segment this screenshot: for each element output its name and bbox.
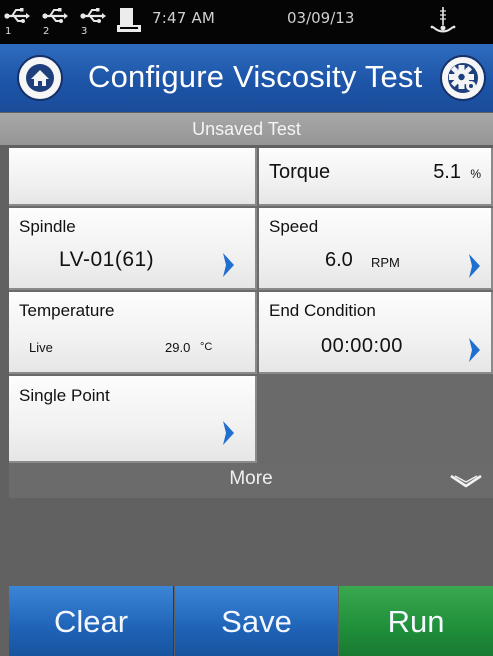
usb-port-number: 3 (81, 26, 88, 37)
chevron-right-icon[interactable] (221, 251, 237, 279)
run-button[interactable]: Run (339, 586, 493, 656)
more-label: More (229, 468, 273, 489)
home-icon (26, 64, 54, 92)
usb-icon (4, 8, 30, 23)
temperature-label: Temperature (19, 301, 115, 320)
action-bar: Clear Save Run (0, 586, 493, 656)
end-condition-label: End Condition (269, 301, 376, 320)
chevron-right-icon[interactable] (221, 419, 237, 447)
speed-cell[interactable]: Speed 6.0 RPM (259, 208, 493, 290)
usb-icon (42, 8, 68, 23)
title-bar: Configure Viscosity Test (0, 44, 493, 112)
usb-port-2: 2 (42, 6, 68, 37)
status-date: 03/09/13 (287, 9, 355, 27)
printer-icon (117, 8, 141, 32)
home-button[interactable] (17, 55, 63, 101)
single-point-cell[interactable]: Single Point (9, 376, 257, 463)
status-time: 7:47 AM (152, 9, 216, 27)
chevron-right-icon[interactable] (467, 252, 483, 280)
spindle-cell[interactable]: Spindle LV-01(61) (9, 208, 257, 290)
torque-label: Torque (269, 161, 331, 183)
viscometer-screen: 1 2 3 7:47 AM 03/09/13 Configure Viscosi… (0, 0, 493, 656)
speed-value: 6.0 (325, 249, 353, 271)
level-icon[interactable] (425, 3, 461, 39)
single-point-label: Single Point (19, 386, 110, 405)
usb-icon (80, 8, 106, 23)
temperature-mode: Live (29, 340, 53, 355)
usb-port-number: 2 (43, 26, 50, 37)
chevron-down-icon[interactable] (449, 473, 483, 489)
usb-port-3: 3 (80, 6, 106, 37)
usb-port-number: 1 (5, 26, 12, 37)
status-bar: 1 2 3 7:47 AM 03/09/13 (0, 0, 493, 44)
more-bar[interactable]: More (9, 464, 493, 498)
gear-icon (448, 63, 478, 93)
usb-port-1: 1 (4, 6, 30, 37)
speed-label: Speed (269, 217, 319, 236)
torque-cell: Torque 5.1 % (259, 148, 493, 206)
parameter-grid: Torque 5.1 % Spindle LV-01(61) Speed 6.0… (9, 148, 493, 464)
save-button[interactable]: Save (175, 586, 338, 656)
temperature-value: 29.0 (165, 340, 191, 355)
spindle-label: Spindle (19, 217, 76, 236)
settings-button[interactable] (440, 55, 486, 101)
empty-cell (9, 148, 257, 206)
spindle-value: LV-01(61) (59, 248, 155, 271)
end-condition-cell[interactable]: End Condition 00:00:00 (259, 292, 493, 374)
torque-value: 5.1 (433, 161, 461, 183)
temperature-unit: °C (200, 341, 213, 353)
speed-unit: RPM (371, 255, 400, 270)
temperature-cell[interactable]: Temperature Live 29.0 °C (9, 292, 257, 374)
page-title: Configure Viscosity Test (88, 59, 423, 94)
clear-button[interactable]: Clear (9, 586, 174, 656)
test-status-bar: Unsaved Test (0, 113, 493, 145)
chevron-right-icon[interactable] (467, 336, 483, 364)
end-condition-value: 00:00:00 (321, 335, 403, 357)
torque-unit: % (470, 167, 481, 181)
